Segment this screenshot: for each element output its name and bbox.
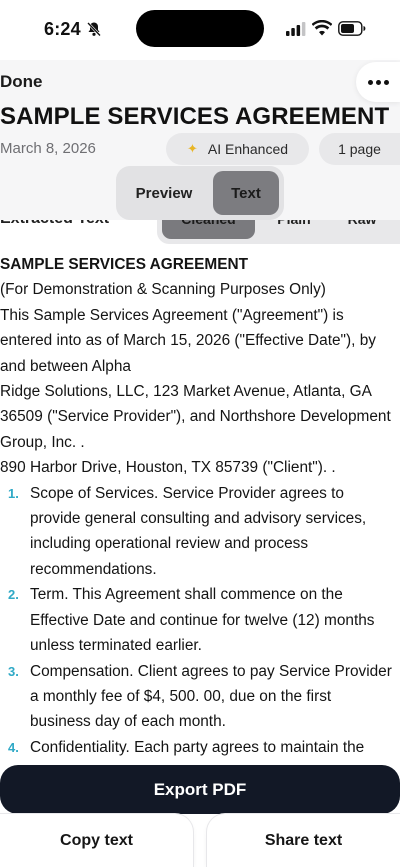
- text-line: Ridge Solutions, LLC, 123 Market Avenue,…: [0, 383, 372, 401]
- more-button[interactable]: [356, 62, 400, 102]
- text-line: recommendations.: [30, 560, 157, 578]
- text-line: This Sample Services Agreement ("Agreeme…: [0, 306, 344, 324]
- text-line: Term. This Agreement shall commence on t…: [30, 586, 343, 604]
- dynamic-island: [136, 10, 264, 47]
- text-line: Scope of Services. Service Provider agre…: [30, 484, 344, 502]
- more-icon: [367, 79, 373, 85]
- page-title: SAMPLE SERVICES AGREEMENT: [0, 103, 390, 130]
- share-text-button[interactable]: Share text: [207, 814, 400, 867]
- view-toggle: Preview Text: [116, 166, 284, 220]
- clause-item: 2. Term. This Agreement shall commence o…: [0, 582, 400, 658]
- text-mode-segment: Cleaned Plain Raw: [157, 220, 400, 244]
- text-line: Compensation. Client agrees to pay Servi…: [30, 662, 392, 680]
- export-pdf-button[interactable]: Export PDF: [0, 765, 400, 814]
- battery-icon: [338, 21, 366, 36]
- text-line: Confidentiality. Each party agrees to ma…: [30, 738, 365, 756]
- text-line: and between Alpha: [0, 357, 131, 375]
- clause-item: 4. Confidentiality. Each party agrees to…: [0, 735, 400, 760]
- clause-item: 3. Compensation. Client agrees to pay Se…: [0, 659, 400, 735]
- extracted-text-body: SAMPLE SERVICES AGREEMENT (For Demonstra…: [0, 252, 400, 760]
- text-line: (For Demonstration & Scanning Purposes O…: [0, 281, 326, 299]
- sparkle-icon: ✦: [186, 141, 198, 156]
- mode-raw[interactable]: Raw: [332, 220, 392, 230]
- mode-cleaned[interactable]: Cleaned: [162, 220, 255, 239]
- text-line: business day of each month.: [30, 713, 226, 731]
- text-line: Group, Inc. .: [0, 433, 85, 451]
- done-button[interactable]: Done: [0, 72, 43, 92]
- clause-number: 4.: [8, 739, 19, 755]
- extracted-text-bar: Extracted Text Cleaned Plain Raw: [0, 220, 400, 250]
- clause-item: 1. Scope of Services. Service Provider a…: [0, 481, 400, 583]
- ai-badge-label: AI Enhanced: [207, 141, 289, 157]
- clause-number: 1.: [8, 485, 19, 501]
- text-line: provide general consulting and advisory …: [30, 510, 367, 528]
- signal-icon: [286, 22, 306, 36]
- clause-number: 3.: [8, 663, 19, 679]
- ai-enhanced-badge[interactable]: ✦ AI Enhanced: [166, 133, 309, 165]
- clause-number: 2.: [8, 587, 19, 603]
- tab-text[interactable]: Text: [213, 171, 279, 215]
- text-line: unless terminated earlier.: [30, 637, 202, 655]
- text-line: Effective Date and continue for twelve (…: [30, 611, 375, 629]
- mode-plain[interactable]: Plain: [264, 220, 324, 230]
- text-line: a monthly fee of $4, 500. 00, due on the…: [30, 687, 332, 705]
- copy-text-button[interactable]: Copy text: [0, 814, 193, 867]
- text-line: 890 Harbor Drive, Houston, TX 85739 ("Cl…: [0, 459, 336, 477]
- wifi-icon: [312, 20, 332, 36]
- document-heading: SAMPLE SERVICES AGREEMENT: [0, 256, 249, 273]
- text-line: including operational review and process: [30, 535, 309, 553]
- document-date: March 8, 2026: [0, 140, 96, 157]
- status-bar: 6:24: [0, 0, 400, 60]
- extracted-text-label: Extracted Text: [0, 220, 109, 228]
- status-time: 6:24: [44, 19, 81, 39]
- tab-preview[interactable]: Preview: [116, 166, 212, 220]
- bell-slash-icon: [87, 22, 101, 37]
- text-line: 36509 ("Service Provider"), and Northsho…: [0, 408, 391, 426]
- text-line: entered into as of March 15, 2026 ("Effe…: [0, 332, 376, 350]
- page-count-badge: 1 page: [319, 133, 400, 165]
